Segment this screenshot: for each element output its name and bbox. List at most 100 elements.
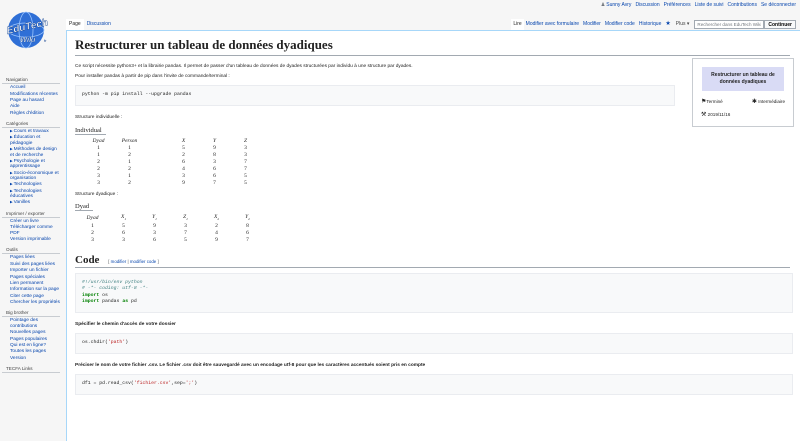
tab-history[interactable]: Historique — [637, 19, 664, 30]
table-cell: 9 — [215, 236, 218, 243]
header-subscript: 1 — [155, 217, 157, 222]
table-cell: 8 — [213, 151, 216, 158]
sidebar-item-related-changes[interactable]: Suivi des pages liées — [10, 262, 62, 267]
portal-heading: Big brother — [2, 309, 60, 318]
sidebar-item-upload[interactable]: Importer un fichier — [10, 268, 62, 273]
table-cell: 7 — [244, 158, 247, 165]
sidebar-item-all-pages[interactable]: Toutes les pages — [10, 349, 62, 354]
table-cell: 2 — [91, 229, 94, 236]
logo-graphic: EduTech Wiki fr — [6, 11, 49, 49]
sidebar-item-download-pdf[interactable]: Télécharger comme PDF — [10, 225, 62, 236]
sidebar-item-recent-changes[interactable]: Modifications récentes — [10, 92, 62, 97]
tab-edit[interactable]: Modifier — [581, 19, 603, 30]
sidebar-item-browse-properties[interactable]: Chercher les propriétés — [10, 300, 62, 305]
sidebar-item-contribution-scores[interactable]: Pointage des contributions — [10, 318, 62, 329]
sidebar-category-edtech[interactable]: Technologies éducatives — [10, 189, 62, 200]
sidebar-item-new-pages[interactable]: Nouvelles pages — [10, 330, 62, 335]
sidebar-category-socio-economic[interactable]: Socio-économique et organisation — [10, 171, 62, 182]
search-input[interactable] — [694, 20, 765, 29]
table-cell: 2 — [128, 151, 131, 158]
tab-discussion[interactable]: Discussion — [84, 19, 114, 30]
sidebar-item-home[interactable]: Accueil — [10, 85, 62, 90]
sidebar-category-courses[interactable]: Cours et travaux — [10, 129, 62, 134]
table-header-row: Dyad X1 Y1 Z1 X2 Y2 — [77, 214, 263, 222]
sidebar-item-cite[interactable]: Citer cette page — [10, 294, 62, 299]
table-header-cell: X — [181, 137, 186, 144]
sidebar-item-page-info[interactable]: Information sur la page — [10, 287, 62, 292]
code-text: ,sep= — [171, 381, 186, 387]
table-cell: 5 — [244, 172, 247, 179]
table-row: 2 2 4 6 7 — [83, 166, 261, 173]
print-portal: Imprimer / exporter Créer un livre Téléc… — [0, 210, 62, 243]
table-cell: 3 — [122, 236, 125, 243]
site-logo[interactable]: EduTech Wiki fr — [4, 9, 58, 51]
namespace-tabs: Page Discussion — [66, 16, 114, 30]
sidebar-item-permalink[interactable]: Lien permanent — [10, 281, 62, 286]
gear-icon: ✱ — [751, 99, 757, 105]
table-gap-cell — [145, 145, 168, 152]
code-text: os.chdir( — [82, 340, 108, 346]
table-row: 11593 — [83, 145, 261, 152]
table-cell: 1 — [128, 158, 131, 165]
table-row: 159328 — [77, 223, 263, 230]
tab-edit-code[interactable]: Modifier code — [603, 19, 637, 30]
sidebar-item-popular-pages[interactable]: Pages populaires — [10, 337, 62, 342]
user-link[interactable]: ♟Sunny Avry — [601, 2, 632, 8]
sidebar-item-special-pages[interactable]: Pages spéciales — [10, 275, 62, 280]
discussion-link[interactable]: Discussion — [635, 2, 659, 8]
sidebar-item-who-is-online[interactable]: Qui est en ligne? — [10, 343, 62, 348]
sidebar-category-methods[interactable]: Méthodes de design et de recherche — [10, 147, 62, 158]
search-continue-button[interactable]: Continuer — [764, 20, 796, 29]
individual-table-body: 115931228321637224673136532975 — [83, 145, 261, 187]
table-cell: 7 — [244, 165, 247, 172]
install-command: python -m pip install --upgrade pandas — [82, 92, 192, 98]
user-name: Sunny Avry — [606, 2, 632, 8]
infobox-meta-row: ⚑Terminé ✱ Intermédiaire — [701, 98, 785, 105]
section-edit-code-link[interactable]: modifier code — [130, 259, 156, 264]
sidebar-item-version[interactable]: Version — [10, 356, 62, 361]
watch-star-icon[interactable]: ★ — [663, 18, 672, 30]
watchlist-link[interactable]: Liste de suivi — [695, 2, 724, 8]
sidebar-category-psychology[interactable]: Psychologie et apprentissage — [10, 159, 62, 170]
table-row: 2 1 6 3 7 — [83, 159, 261, 166]
print-list: Créer un livre Télécharger comme PDF Ver… — [0, 219, 62, 242]
table-header-cell: X1 — [108, 214, 139, 222]
table-header-cell: Y1 — [139, 214, 170, 222]
table-cell: 1 — [128, 172, 131, 179]
view-tabs: Lire Modifier avec formulaire Modifier M… — [511, 16, 796, 30]
tab-read[interactable]: Lire — [511, 19, 524, 30]
sidebar-item-help[interactable]: Aide — [10, 104, 62, 109]
sidebar-category-vanilles[interactable]: Vanilles — [10, 200, 62, 205]
table-cell: 1 — [128, 144, 131, 151]
personal-tools: ♟Sunny Avry Discussion Préférences Liste… — [601, 2, 796, 8]
preferences-link[interactable]: Préférences — [664, 2, 691, 8]
chevron-down-icon: ▾ — [686, 21, 690, 27]
sidebar-item-editing-rules[interactable]: Règles d'édition — [10, 111, 62, 116]
table-header-cell: Z1 — [170, 214, 201, 222]
table-header-cell: Y2 — [232, 214, 263, 222]
tools-portal: Outils Pages liées Suivi des pages liées… — [0, 246, 62, 305]
logout-link[interactable]: Se déconnecter — [761, 2, 796, 8]
sidebar-item-what-links-here[interactable]: Pages liées — [10, 255, 62, 260]
sidebar-item-create-book[interactable]: Créer un livre — [10, 219, 62, 224]
infobox-title: Restructurer un tableau de données dyadi… — [702, 67, 784, 91]
individual-structure-label: Structure individuelle : — [75, 114, 123, 120]
sidebar-category-education[interactable]: Éducation et pédagogie — [10, 135, 62, 146]
tab-edit-form[interactable]: Modifier avec formulaire — [524, 19, 581, 30]
sidebar: Navigation Accueil Modifications récente… — [0, 76, 62, 377]
table-cell: 2 — [97, 165, 100, 172]
contributions-link[interactable]: Contributions — [728, 2, 757, 8]
header-subscript: 2 — [248, 217, 250, 222]
section-edit-link[interactable]: modifier — [111, 259, 127, 264]
table-gap-cell — [145, 152, 168, 159]
table-cell: 6 — [213, 172, 216, 179]
table-cell: 6 — [153, 236, 156, 243]
table-cell: 2 — [182, 151, 185, 158]
sidebar-item-random-page[interactable]: Page au hasard — [10, 98, 62, 103]
sidebar-item-printable[interactable]: Version imprimable — [10, 237, 62, 242]
tab-page[interactable]: Page — [66, 19, 84, 30]
logo-line2: Wiki — [20, 35, 36, 44]
more-menu[interactable]: Plus ▾ — [673, 19, 693, 30]
sidebar-category-technologies[interactable]: Technologies — [10, 182, 62, 187]
table-header-cell: Person — [121, 137, 138, 144]
